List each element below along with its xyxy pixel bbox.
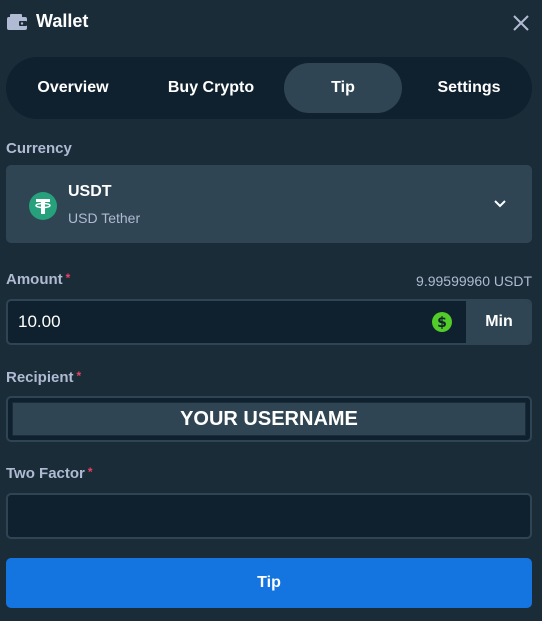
recipient-label: Recipient * — [6, 369, 81, 386]
currency-select[interactable]: USDT USD Tether — [6, 165, 532, 243]
required-mark: * — [87, 465, 93, 479]
recipient-field — [6, 396, 532, 442]
tab-overview[interactable]: Overview — [12, 63, 134, 113]
currency-code: USDT — [68, 183, 112, 200]
close-icon[interactable] — [510, 12, 532, 34]
dollar-coin-icon: $ — [432, 312, 452, 332]
two-factor-label-text: Two Factor — [6, 465, 85, 482]
recipient-label-text: Recipient — [6, 369, 74, 386]
balance-value: 9.99599960 USDT — [416, 273, 532, 289]
tab-tip[interactable]: Tip — [284, 63, 402, 113]
required-mark: * — [76, 369, 82, 383]
svg-text:$: $ — [437, 315, 447, 331]
amount-field: $ Min — [6, 299, 532, 345]
amount-label-text: Amount — [6, 271, 63, 288]
tether-icon — [29, 192, 57, 220]
amount-input[interactable] — [8, 301, 466, 343]
tab-buy-crypto[interactable]: Buy Crypto — [144, 63, 278, 113]
two-factor-input[interactable] — [6, 493, 532, 539]
recipient-input[interactable] — [12, 402, 526, 436]
required-mark: * — [65, 271, 71, 285]
currency-label: Currency — [6, 140, 72, 157]
tip-button[interactable]: Tip — [6, 558, 532, 608]
chevron-down-icon — [494, 200, 506, 208]
wallet-title: Wallet — [36, 11, 89, 31]
currency-name: USD Tether — [68, 210, 141, 226]
wallet-tabs: Overview Buy Crypto Tip Settings — [6, 57, 532, 119]
two-factor-label: Two Factor * — [6, 465, 93, 482]
wallet-icon — [7, 14, 27, 30]
amount-label: Amount * — [6, 271, 70, 288]
wallet-header: Wallet — [0, 0, 542, 46]
tab-settings[interactable]: Settings — [412, 63, 526, 113]
min-button[interactable]: Min — [466, 301, 530, 343]
